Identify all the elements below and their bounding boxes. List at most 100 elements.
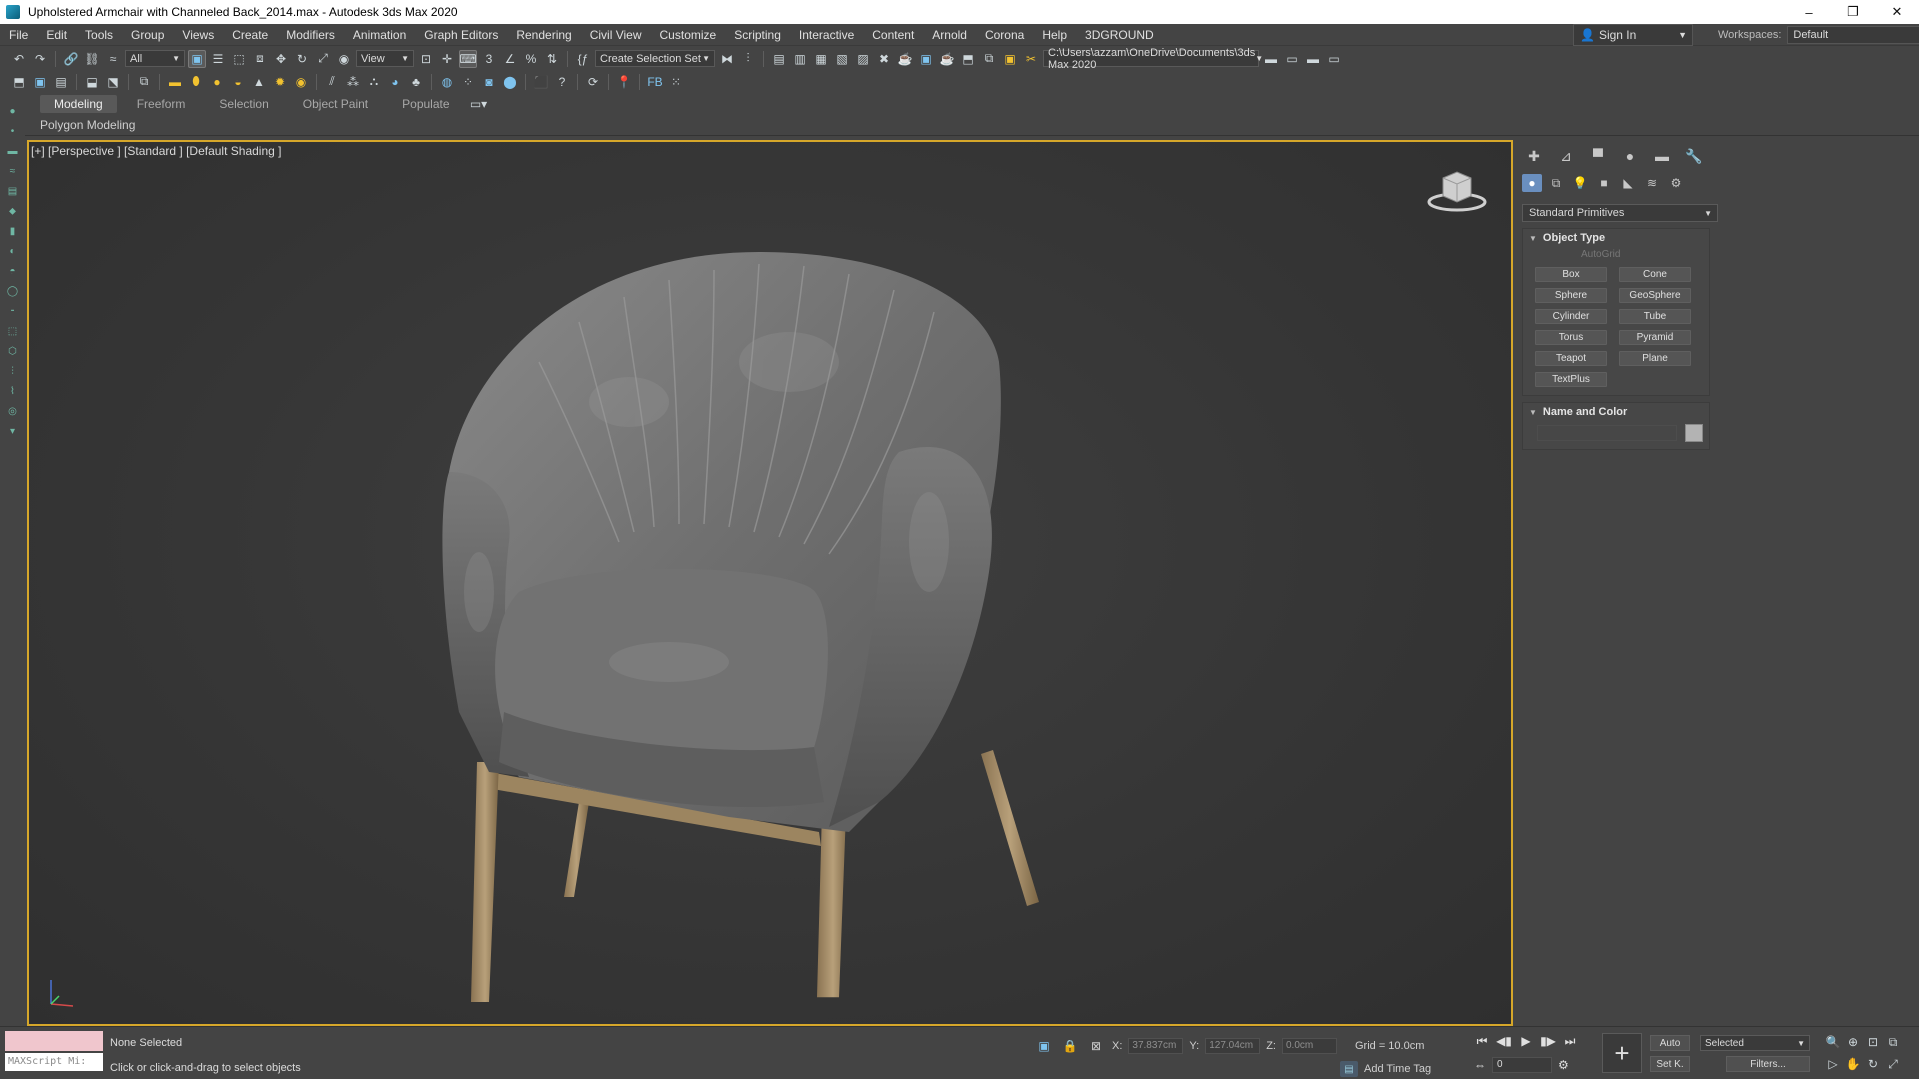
toggle-ribbon-icon[interactable]: ▦ <box>812 50 830 68</box>
menu-arnold[interactable]: Arnold <box>923 28 976 42</box>
grid-dots-icon[interactable]: ⁙ <box>667 73 685 91</box>
frame-buffer-icon[interactable]: ◙ <box>480 73 498 91</box>
save-file-icon[interactable]: ▣ <box>31 73 49 91</box>
spacewarps-category-icon[interactable]: ≋ <box>1642 174 1662 192</box>
rendered-frame-window-icon[interactable]: ▣ <box>917 50 935 68</box>
helpers-category-icon[interactable]: ◣ <box>1618 174 1638 192</box>
clone-icon[interactable]: ⧉ <box>135 73 153 91</box>
render-shortcut-icon[interactable]: ▣ <box>1001 50 1019 68</box>
box-button[interactable]: Box <box>1535 267 1607 282</box>
lights-filter-icon[interactable]: ▤ <box>6 186 20 198</box>
frozen-filter-icon[interactable]: ⫶ <box>6 366 20 378</box>
sun-icon[interactable]: ◉ <box>292 73 310 91</box>
cameras-filter-icon[interactable]: ⬥ <box>6 206 20 218</box>
menu-views[interactable]: Views <box>173 28 223 42</box>
cone-primitive-icon[interactable]: ▲ <box>250 73 268 91</box>
render-production-icon[interactable]: ☕ <box>938 50 956 68</box>
menu-group[interactable]: Group <box>122 28 173 42</box>
hierarchy-tab-icon[interactable]: ▀ <box>1586 146 1610 166</box>
go-to-start-icon[interactable]: ⏮ <box>1474 1033 1490 1049</box>
box-primitive-icon[interactable]: ▬ <box>166 73 184 91</box>
torus-button[interactable]: Torus <box>1535 330 1607 345</box>
containers-filter-icon[interactable]: ⬚ <box>6 326 20 338</box>
pyramid-button[interactable]: Pyramid <box>1619 330 1691 345</box>
key-filter-dropdown[interactable]: Selected ▼ <box>1700 1035 1810 1051</box>
render-iterative-icon[interactable]: ⬒ <box>959 50 977 68</box>
menu-modifiers[interactable]: Modifiers <box>277 28 344 42</box>
window-crossing-icon[interactable]: ⧈ <box>251 50 269 68</box>
geometry-filter-icon[interactable]: ▬ <box>6 146 20 158</box>
interactive-render-icon[interactable]: ⬤ <box>501 73 519 91</box>
ribbon-tab-modeling[interactable]: Modeling <box>40 95 117 113</box>
bind-space-warp-icon[interactable]: ≈ <box>104 50 122 68</box>
hair-icon[interactable]: ⫽ <box>323 73 341 91</box>
mirror-icon[interactable]: ⧓ <box>718 50 736 68</box>
cylinder-primitive-icon[interactable]: ⬮ <box>187 73 205 91</box>
bones-filter-icon[interactable]: ⁃ <box>6 306 20 318</box>
viewport-label[interactable]: [+] [Perspective ] [Standard ] [Default … <box>31 144 281 158</box>
groups-filter-icon[interactable]: ◓ <box>6 266 20 278</box>
previous-frame-icon[interactable]: ◀▮ <box>1496 1033 1512 1049</box>
ribbon-tab-freeform[interactable]: Freeform <box>123 95 200 113</box>
menu-customize[interactable]: Customize <box>651 28 726 42</box>
undo-icon[interactable]: ↶ <box>10 50 28 68</box>
refresh-icon[interactable]: ⟳ <box>584 73 602 91</box>
select-by-name-icon[interactable]: ☰ <box>209 50 227 68</box>
rectangular-selection-icon[interactable]: ⬚ <box>230 50 248 68</box>
pan-icon[interactable]: ✋ <box>1844 1055 1862 1073</box>
material-library-icon[interactable]: ⁘ <box>459 73 477 91</box>
spacewarps-filter-icon[interactable]: ◐ <box>6 246 20 258</box>
key-mode-toggle-icon[interactable]: ⇔ <box>1474 1058 1486 1072</box>
selection-lock-icon[interactable]: 🔒 <box>1060 1037 1080 1055</box>
geosphere-button[interactable]: GeoSphere <box>1619 288 1691 303</box>
menu-file[interactable]: File <box>0 28 37 42</box>
cylinder-button[interactable]: Cylinder <box>1535 309 1607 324</box>
name-and-color-header[interactable]: ▼ Name and Color <box>1523 403 1709 421</box>
menu-content[interactable]: Content <box>863 28 923 42</box>
menu-corona[interactable]: Corona <box>976 28 1033 42</box>
menu-scripting[interactable]: Scripting <box>725 28 790 42</box>
orbit-icon[interactable]: ↻ <box>1864 1055 1882 1073</box>
close-button[interactable]: ✕ <box>1875 0 1919 24</box>
light-icon[interactable]: ✹ <box>271 73 289 91</box>
menu-civil-view[interactable]: Civil View <box>581 28 651 42</box>
object-name-field[interactable] <box>1537 425 1677 441</box>
ribbon-tab-selection[interactable]: Selection <box>205 95 282 113</box>
move-icon[interactable]: ✥ <box>272 50 290 68</box>
edit-named-selection-icon[interactable]: {ƒ <box>574 50 592 68</box>
align-icon[interactable]: ⫶ <box>739 50 757 68</box>
manipulate-icon[interactable]: ✛ <box>438 50 456 68</box>
polygon-modeling-panel[interactable]: Polygon Modeling <box>40 118 135 132</box>
menu-help[interactable]: Help <box>1033 28 1076 42</box>
create-project-icon[interactable]: ▭ <box>1325 50 1343 68</box>
set-key-button[interactable]: Set K. <box>1650 1056 1690 1072</box>
zoom-all-icon[interactable]: ⊕ <box>1844 1033 1862 1051</box>
armchair-model[interactable] <box>429 242 1149 1002</box>
unlink-icon[interactable]: ⛓ <box>83 50 101 68</box>
scale-icon[interactable]: ⤢ <box>314 50 332 68</box>
next-frame-icon[interactable]: ▮▶ <box>1540 1033 1556 1049</box>
teapot-button[interactable]: Teapot <box>1535 351 1607 366</box>
lights-category-icon[interactable]: 💡 <box>1570 174 1590 192</box>
object-color-swatch[interactable] <box>1685 424 1703 442</box>
cameras-category-icon[interactable]: ■ <box>1594 174 1614 192</box>
help-icon[interactable]: ? <box>553 73 571 91</box>
primitive-category-dropdown[interactable]: Standard Primitives ▼ <box>1522 204 1718 222</box>
autogrid-checkbox[interactable]: AutoGrid <box>1581 249 1620 260</box>
angle-snap-icon[interactable]: ∠ <box>501 50 519 68</box>
render-globe-icon[interactable]: ◍ <box>438 73 456 91</box>
maxscript-mini-listener[interactable]: MAXScript Mi: <box>5 1053 103 1071</box>
save-as-icon[interactable]: ▤ <box>52 73 70 91</box>
z-coordinate-field[interactable]: 0.0cm <box>1281 1038 1337 1054</box>
render-setup-icon[interactable]: ☕ <box>896 50 914 68</box>
layer-explorer-icon[interactable]: ▥ <box>791 50 809 68</box>
utilities-tab-icon[interactable]: 🔧 <box>1682 146 1706 166</box>
sphere-primitive-icon[interactable]: ● <box>208 73 226 91</box>
maxscript-listener-output[interactable] <box>5 1031 103 1051</box>
hemisphere-icon[interactable]: ◒ <box>229 73 247 91</box>
select-instances-icon[interactable]: ⬔ <box>104 73 122 91</box>
menu-3dground[interactable]: 3DGROUND <box>1076 28 1163 42</box>
open-file-icon[interactable]: ⬒ <box>10 73 28 91</box>
create-tab-icon[interactable]: ✚ <box>1522 146 1546 166</box>
isolate-selection-icon[interactable]: ▣ <box>1034 1037 1054 1055</box>
